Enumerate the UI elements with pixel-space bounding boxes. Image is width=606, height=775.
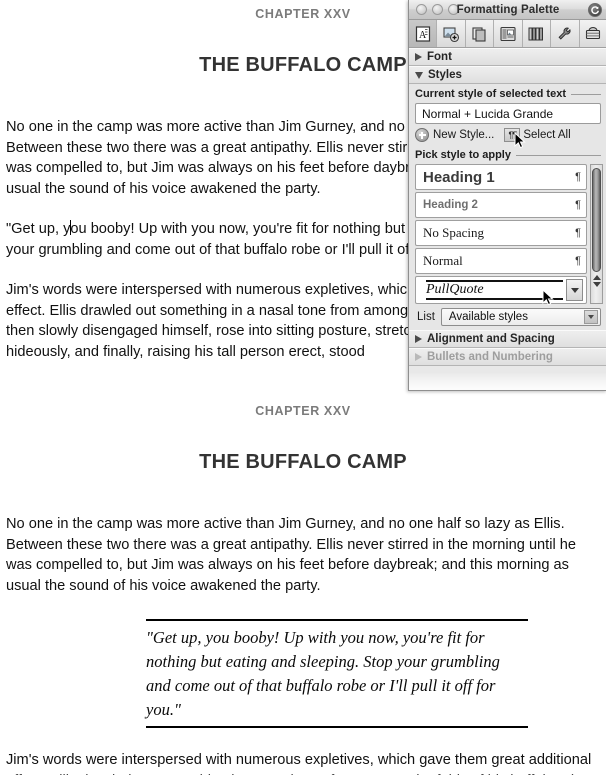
style-item-heading-2[interactable]: Heading 2 ¶ <box>415 192 587 218</box>
style-item-heading-1[interactable]: Heading 1 ¶ <box>415 164 587 190</box>
scrapbook-icon[interactable] <box>579 20 606 47</box>
minimize-button[interactable] <box>432 4 443 15</box>
paragraph-mark-icon: ¶ <box>575 255 581 267</box>
add-object-icon[interactable] <box>437 20 466 47</box>
label-rule <box>571 93 601 95</box>
chapter-label-after: CHAPTER XXV <box>255 404 351 418</box>
new-style-button[interactable]: New Style... <box>415 128 494 142</box>
body-paragraph-1-after[interactable]: No one in the camp was more active than … <box>0 514 606 596</box>
document-title-after: THE BUFFALO CAMP <box>199 451 407 473</box>
style-item-label: Normal <box>423 253 463 268</box>
close-button[interactable] <box>416 4 427 15</box>
caret-glyph <box>588 315 594 319</box>
pilcrow-icon: ¶¶ <box>504 128 521 142</box>
style-actions-row: New Style... ¶¶ Select All <box>409 124 606 149</box>
body-paragraph-3-after[interactable]: Jim's words were interspersed with numer… <box>0 750 606 775</box>
plus-icon <box>415 128 429 142</box>
styles-panel: Current style of selected text Normal + … <box>409 84 606 330</box>
pick-style-label: Pick style to apply <box>415 149 511 161</box>
style-item-menu-button[interactable] <box>566 279 583 301</box>
scroll-up-arrow-icon[interactable] <box>592 275 601 280</box>
style-item-label: Heading 1 <box>423 168 495 186</box>
text-box-icon[interactable]: A <box>409 20 438 47</box>
style-list-filter-row: List Available styles <box>409 304 606 330</box>
style-item-normal[interactable]: Normal ¶ <box>415 248 587 274</box>
section-styles[interactable]: Styles <box>409 66 606 84</box>
section-bullets-and-numbering[interactable]: Bullets and Numbering <box>409 348 606 366</box>
paragraph-mark-icon: ¶ <box>575 199 581 211</box>
window-controls[interactable] <box>416 4 459 15</box>
paragraph-mark-icon: ¶ <box>575 227 581 239</box>
current-style-label: Current style of selected text <box>415 88 566 100</box>
chevron-down-icon[interactable] <box>584 310 598 324</box>
style-item-pullquote[interactable]: PullQuote <box>415 276 587 306</box>
section-bullets-label: Bullets and Numbering <box>427 351 553 363</box>
quick-styles-icon[interactable] <box>494 20 523 47</box>
chevron-down-icon <box>570 287 579 293</box>
section-alignment-and-spacing[interactable]: Alignment and Spacing <box>409 330 606 348</box>
document-elements-icon[interactable] <box>465 20 495 47</box>
available-styles-value: Available styles <box>448 311 528 323</box>
current-style-label-row: Current style of selected text <box>409 84 606 102</box>
select-all-label: Select All <box>523 129 571 141</box>
pull-quote-styled[interactable]: "Get up, you booby! Up with you now, you… <box>146 619 528 728</box>
scrollbar-arrows[interactable] <box>592 275 601 287</box>
style-list-container[interactable]: Heading 1 ¶ Heading 2 ¶ No Spacing ¶ Nor… <box>415 164 603 306</box>
chevron-right-icon <box>415 353 422 361</box>
palette-toolbar[interactable]: A <box>409 20 606 48</box>
paragraph-mark-icon: ¶ <box>575 171 581 183</box>
select-all-button[interactable]: ¶¶ Select All <box>504 128 571 149</box>
section-font-label: Font <box>427 51 452 63</box>
style-item-label: No Spacing <box>423 225 485 240</box>
label-rule-2 <box>515 154 601 156</box>
toolbox-settings-icon[interactable] <box>551 20 580 47</box>
section-styles-label: Styles <box>428 69 462 81</box>
scroll-down-arrow-icon[interactable] <box>592 282 601 287</box>
formatting-palette-window[interactable]: Formatting Palette A Font Styles Current… <box>408 0 606 391</box>
current-style-field[interactable]: Normal + Lucida Grande <box>415 103 601 124</box>
chevron-right-icon <box>415 53 422 61</box>
quote-text-part-1: "Get up, y <box>6 221 71 237</box>
zoom-button[interactable] <box>448 4 459 15</box>
section-alignment-label: Alignment and Spacing <box>427 333 555 345</box>
palette-title-bar[interactable]: Formatting Palette <box>409 0 606 20</box>
palette-bottom-fade <box>409 372 606 390</box>
available-styles-dropdown[interactable]: Available styles <box>440 308 601 326</box>
list-label: List <box>417 311 435 323</box>
current-style-value: Normal + Lucida Grande <box>422 106 554 121</box>
style-list[interactable]: Heading 1 ¶ Heading 2 ¶ No Spacing ¶ Nor… <box>415 164 587 306</box>
chevron-down-icon <box>415 71 423 79</box>
style-list-scrollbar[interactable] <box>590 164 603 304</box>
document-view-after[interactable]: CHAPTER XXV THE BUFFALO CAMP No one in t… <box>0 388 606 775</box>
section-font[interactable]: Font <box>409 48 606 66</box>
new-style-label: New Style... <box>433 129 495 141</box>
pick-style-label-row: Pick style to apply <box>409 145 606 163</box>
style-item-label: Heading 2 <box>423 199 478 211</box>
scrollbar-thumb[interactable] <box>592 168 601 272</box>
style-item-no-spacing[interactable]: No Spacing ¶ <box>415 220 587 246</box>
media-library-icon[interactable] <box>522 20 552 47</box>
chevron-right-icon <box>415 335 422 343</box>
rotate-icon[interactable] <box>588 2 602 17</box>
style-item-label: PullQuote <box>426 280 563 300</box>
